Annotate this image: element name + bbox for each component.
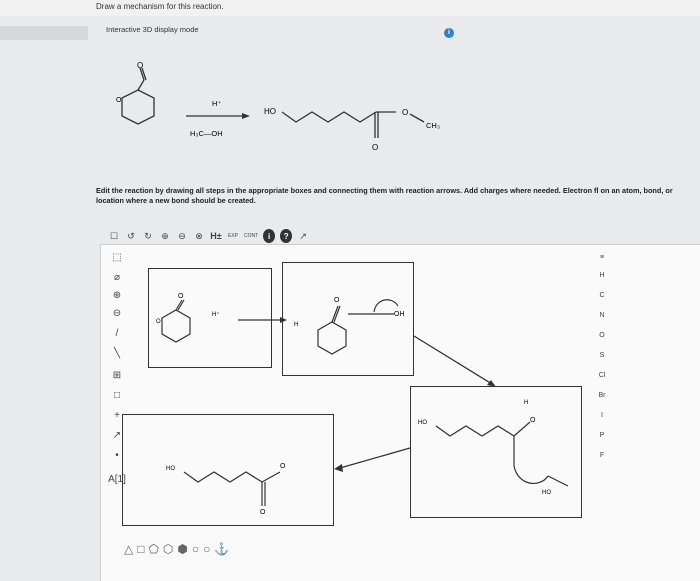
- display-mode-link[interactable]: Interactive 3D display mode: [106, 25, 199, 34]
- element-o[interactable]: O: [590, 332, 614, 339]
- product-ch3: CH₃: [426, 121, 440, 130]
- redo-icon[interactable]: ↻: [142, 229, 154, 243]
- product-ester-o: O: [402, 108, 408, 117]
- expand-button[interactable]: EXP: [227, 229, 239, 243]
- reactant-carbonyl-o: O: [137, 61, 143, 70]
- hydrogen-toggle-button[interactable]: H±: [210, 229, 222, 243]
- select-tool-icon[interactable]: ⬚: [108, 252, 126, 263]
- clear-icon[interactable]: ⊗: [193, 229, 205, 243]
- periodic-table-icon[interactable]: ≡: [590, 254, 614, 261]
- positive-charge-icon[interactable]: ⊕: [108, 290, 126, 301]
- chain-tool-icon[interactable]: ╲: [108, 348, 126, 359]
- new-icon[interactable]: ☐: [108, 229, 120, 243]
- contract-button[interactable]: CONT: [244, 229, 258, 243]
- reagent-h-plus: H⁺: [212, 99, 221, 108]
- element-p[interactable]: P: [590, 432, 614, 439]
- heptagon-template-icon[interactable]: ⬢: [177, 542, 187, 556]
- reaction-scheme: O O H⁺ H₃C—OH HO O CH₃ O: [116, 61, 440, 152]
- instructions-text: Edit the reaction by drawing all steps i…: [96, 186, 673, 205]
- help-icon[interactable]: ?: [280, 229, 293, 243]
- single-bond-icon[interactable]: /: [108, 328, 126, 339]
- element-h[interactable]: H: [590, 272, 614, 279]
- triangle-template-icon[interactable]: △: [124, 542, 133, 556]
- zoom-out-icon[interactable]: ⊖: [176, 229, 188, 243]
- element-f[interactable]: F: [590, 452, 614, 459]
- left-toolbar: ⬚ ⌀ ⊕ ⊖ / ╲ ⊞ □ + ↗ • A[1]: [100, 244, 134, 581]
- pentagon-template-icon[interactable]: ⬠: [148, 542, 158, 556]
- product-ho: HO: [264, 107, 276, 116]
- cyclononane-template-icon[interactable]: ○: [203, 542, 210, 556]
- mechanism-box-3[interactable]: [410, 386, 582, 518]
- left-tab: [0, 26, 88, 40]
- reactant-structure: [121, 67, 155, 125]
- negative-charge-icon[interactable]: ⊖: [108, 308, 126, 319]
- eraser-tool-icon[interactable]: ⌀: [108, 272, 126, 283]
- info-icon[interactable]: i: [444, 28, 454, 38]
- question-title: Draw a mechanism for this reaction.: [96, 2, 224, 11]
- element-cl[interactable]: Cl: [590, 372, 614, 379]
- element-c[interactable]: C: [590, 292, 614, 299]
- template-tool-icon[interactable]: ⊞: [108, 370, 126, 381]
- info-toolbar-icon[interactable]: i: [263, 229, 276, 243]
- mechanism-box-1[interactable]: [148, 268, 272, 368]
- mechanism-box-4[interactable]: [122, 414, 334, 526]
- product-carbonyl-o: O: [372, 143, 378, 152]
- box-tool-icon[interactable]: □: [108, 390, 126, 401]
- reagent-methanol: H₃C—OH: [190, 129, 223, 138]
- reactant-ring-o: O: [116, 97, 122, 104]
- element-i[interactable]: I: [590, 412, 614, 419]
- fullscreen-icon[interactable]: ↗: [297, 229, 309, 243]
- square-template-icon[interactable]: □: [137, 542, 144, 556]
- element-s[interactable]: S: [590, 352, 614, 359]
- element-n[interactable]: N: [590, 312, 614, 319]
- undo-icon[interactable]: ↺: [125, 229, 137, 243]
- shape-templates: △ □ ⬠ ⬡ ⬢ ○ ○ ⚓: [124, 540, 229, 558]
- zoom-in-icon[interactable]: ⊕: [159, 229, 171, 243]
- hexagon-template-icon[interactable]: ⬡: [163, 542, 173, 556]
- element-br[interactable]: Br: [590, 392, 614, 399]
- benzene-template-icon[interactable]: ⚓: [214, 542, 229, 556]
- octagon-template-icon[interactable]: ○: [192, 542, 199, 556]
- editor-toolbar: ☐ ↺ ↻ ⊕ ⊖ ⊗ H± EXP CONT i ? ↗: [108, 228, 309, 244]
- mechanism-box-2[interactable]: [282, 262, 414, 376]
